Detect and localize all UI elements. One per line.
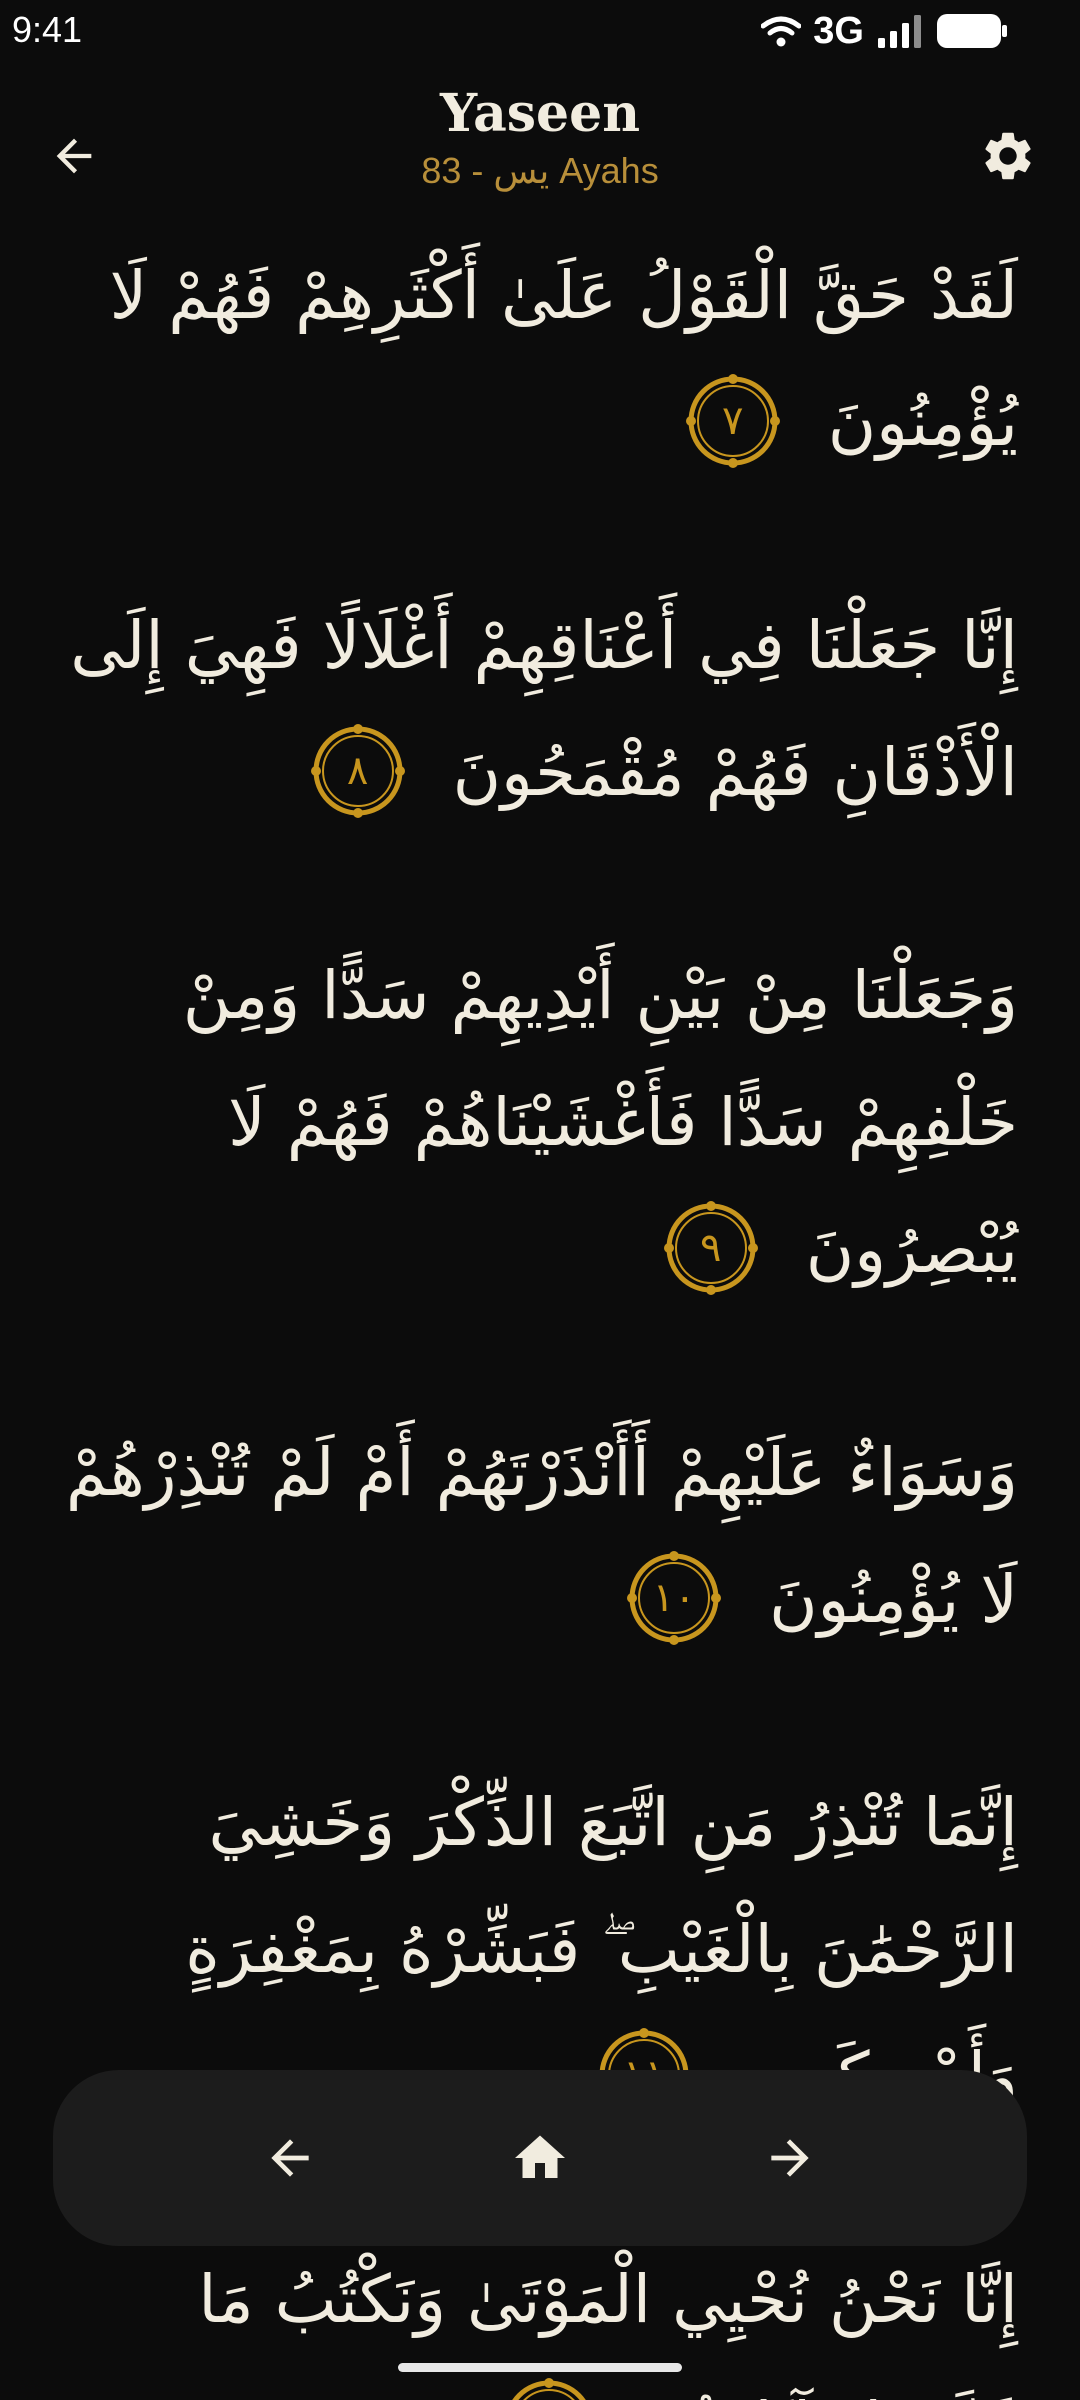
ayah-number: ٩ bbox=[699, 1224, 722, 1271]
next-button[interactable] bbox=[746, 2114, 834, 2202]
gear-icon bbox=[985, 132, 1031, 180]
status-time: 9:41 bbox=[12, 9, 83, 50]
cellular-signal-icon bbox=[878, 15, 921, 48]
page-subtitle: يس - 83 Ayahs bbox=[421, 150, 659, 191]
ayah-number-marker: ١٢ bbox=[501, 2377, 597, 2400]
wifi-icon bbox=[761, 16, 802, 47]
home-button[interactable] bbox=[496, 2114, 584, 2202]
status-icons: 3G bbox=[761, 8, 1008, 54]
ayah-8[interactable]: إِنَّا جَعَلْنَا فِي أَعْنَاقِهِمْ أَغْل… bbox=[0, 582, 1080, 836]
ayah-text: وَجَعَلْنَا مِنْ بَيْنِ أَيْدِيهِمْ سَدً… bbox=[182, 957, 1018, 1288]
home-icon bbox=[515, 2135, 565, 2178]
ayah-12[interactable]: إِنَّا نَحْنُ نُحْيِي الْمَوْتَىٰ وَنَكْ… bbox=[0, 2236, 1080, 2400]
network-type: 3G bbox=[813, 10, 864, 52]
ayah-10[interactable]: وَسَوَاءٌ عَلَيْهِمْ أَأَنْذَرْتَهُمْ أَ… bbox=[0, 1409, 1080, 1663]
ayah-text: وَسَوَاءٌ عَلَيْهِمْ أَأَنْذَرْتَهُمْ أَ… bbox=[65, 1434, 1018, 1638]
home-indicator[interactable] bbox=[398, 2363, 682, 2372]
arrow-back-icon bbox=[271, 2139, 309, 2177]
ayah-number-marker: ٨ bbox=[310, 723, 406, 819]
ayah-text: إِنَّا جَعَلْنَا فِي أَعْنَاقِهِمْ أَغْل… bbox=[70, 607, 1018, 811]
settings-button[interactable] bbox=[966, 114, 1050, 198]
previous-button[interactable] bbox=[246, 2114, 334, 2202]
title-block: Yaseen يس - 83 Ayahs bbox=[200, 80, 880, 194]
arrow-back-icon bbox=[56, 138, 92, 174]
arrow-forward-icon bbox=[771, 2139, 809, 2177]
ayah-number: ٧ bbox=[721, 397, 744, 444]
ayah-number: ١٢ bbox=[501, 2377, 597, 2400]
battery-icon bbox=[937, 14, 1007, 48]
header: Yaseen يس - 83 Ayahs bbox=[0, 62, 1080, 232]
ayah-number: ١٠ bbox=[652, 1574, 696, 1621]
ayah-text: لَقَدْ حَقَّ الْقَوْلُ عَلَىٰ أَكْثَرِهِ… bbox=[109, 257, 1018, 461]
ayah-text: إِنَّا نَحْنُ نُحْيِي الْمَوْتَىٰ وَنَكْ… bbox=[198, 2261, 1018, 2400]
page-title: Yaseen bbox=[439, 83, 641, 144]
bottom-nav-bar bbox=[53, 2070, 1027, 2246]
ayah-9[interactable]: وَجَعَلْنَا مِنْ بَيْنِ أَيْدِيهِمْ سَدً… bbox=[0, 932, 1080, 1313]
ayah-number-marker: ٧ bbox=[685, 373, 781, 469]
ayah-7[interactable]: لَقَدْ حَقَّ الْقَوْلُ عَلَىٰ أَكْثَرِهِ… bbox=[0, 232, 1080, 486]
back-button[interactable] bbox=[32, 114, 116, 198]
ayah-number-marker: ٩ bbox=[663, 1200, 759, 1296]
ayah-number-marker: ١٠ bbox=[626, 1550, 722, 1646]
status-bar: 9:41 3G bbox=[0, 0, 1080, 62]
ayah-number: ٨ bbox=[346, 747, 369, 794]
